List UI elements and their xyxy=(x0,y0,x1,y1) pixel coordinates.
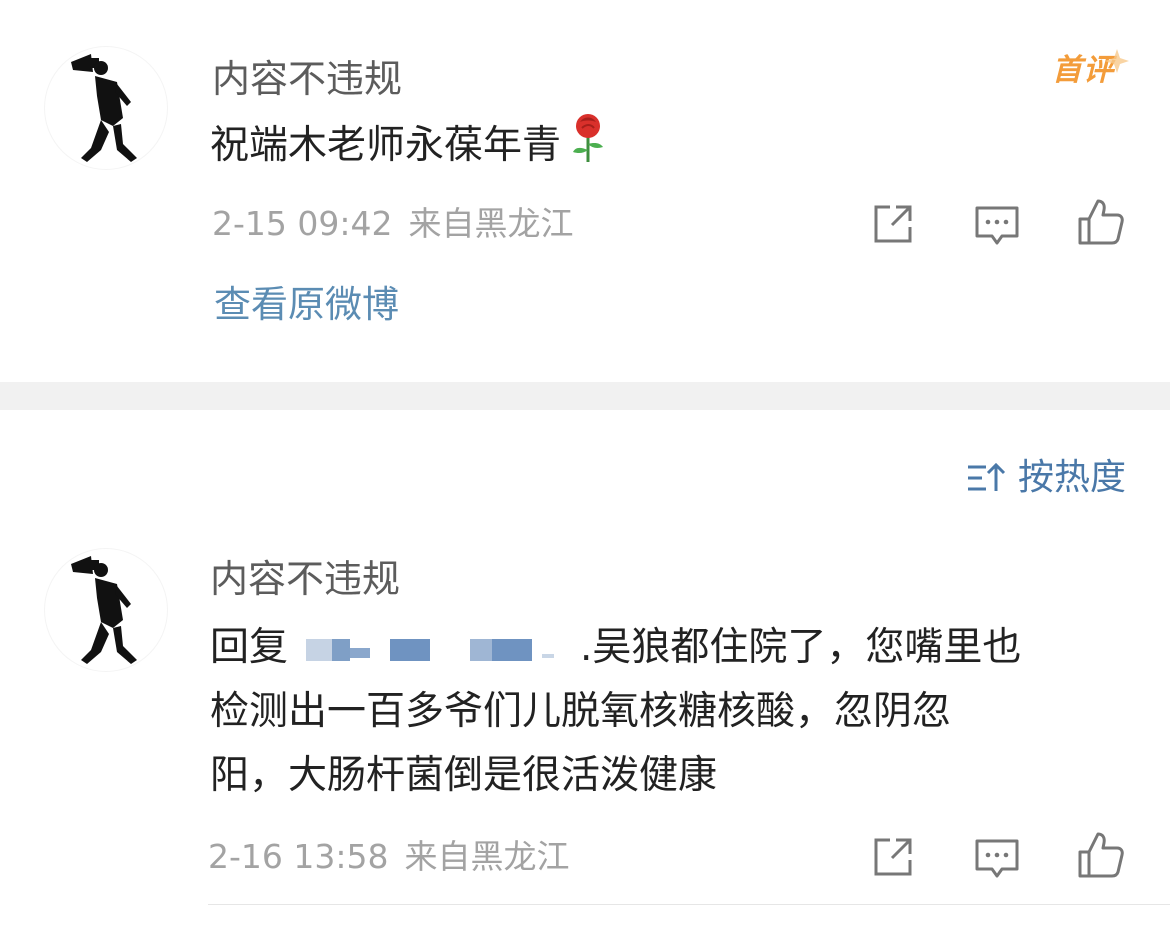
comment-line: 检测出一百多爷们儿脱氧核糖核酸，忽阴忽 xyxy=(210,689,952,734)
badge-star-icon xyxy=(1105,49,1129,73)
reply-text: .吴狼都住院了，您嘴里也 xyxy=(580,625,1022,670)
like-icon[interactable] xyxy=(1076,830,1126,880)
comment-text: 祝端木老师永葆年青 xyxy=(210,112,607,178)
comment-username[interactable]: 内容不违规 xyxy=(210,560,400,598)
comment-location: 来自黑龙江 xyxy=(404,837,570,876)
comment-location: 来自黑龙江 xyxy=(408,204,574,243)
avatar[interactable] xyxy=(44,46,168,170)
comment-line: 回复 .吴狼都住院了，您嘴里也 xyxy=(210,616,1110,680)
comment-meta: 2-16 13:58 来自黑龙江 xyxy=(208,840,570,873)
comment-username[interactable]: 内容不违规 xyxy=(212,60,402,98)
sort-label: 按热度 xyxy=(1017,457,1126,498)
sort-icon xyxy=(967,462,1006,491)
comment-text-content: 祝端木老师永葆年青 xyxy=(210,123,562,168)
share-icon[interactable] xyxy=(868,199,918,249)
comment-card: 内容不违规 首评 祝端木老师永葆年青 2-15 09:42 来自黑龙江 查看原微博 xyxy=(0,0,1170,382)
comment-icon[interactable] xyxy=(972,834,1022,884)
comment-text: 回复 .吴狼都住院了，您嘴里也 检测出一百多爷们儿脱氧核糖核酸，忽阴忽 阳，大肠… xyxy=(210,616,1110,808)
comment-card: 按热度 内容不违规 回复 .吴狼都住院了，您嘴里也 检测出一百多爷们儿脱氧核糖核… xyxy=(0,410,1170,929)
divider xyxy=(208,904,1170,905)
avatar[interactable] xyxy=(44,548,168,672)
section-separator xyxy=(0,382,1170,410)
comment-meta: 2-15 09:42 来自黑龙江 xyxy=(212,207,574,240)
comment-icon[interactable] xyxy=(972,201,1022,251)
comment-line: 阳，大肠杆菌倒是很活泼健康 xyxy=(210,753,718,798)
like-icon[interactable] xyxy=(1076,197,1126,247)
megaphone-person-icon xyxy=(71,54,137,162)
sort-control[interactable]: 按热度 xyxy=(966,460,1126,496)
share-icon[interactable] xyxy=(868,832,918,882)
comment-date: 2-15 09:42 xyxy=(212,204,393,243)
megaphone-person-icon xyxy=(71,556,137,664)
comment-date: 2-16 13:58 xyxy=(208,837,389,876)
reply-prefix: 回复 xyxy=(210,625,289,670)
view-original-link[interactable]: 查看原微博 xyxy=(214,286,399,323)
rose-emoji-icon xyxy=(573,114,604,162)
redacted-username[interactable] xyxy=(288,630,580,670)
